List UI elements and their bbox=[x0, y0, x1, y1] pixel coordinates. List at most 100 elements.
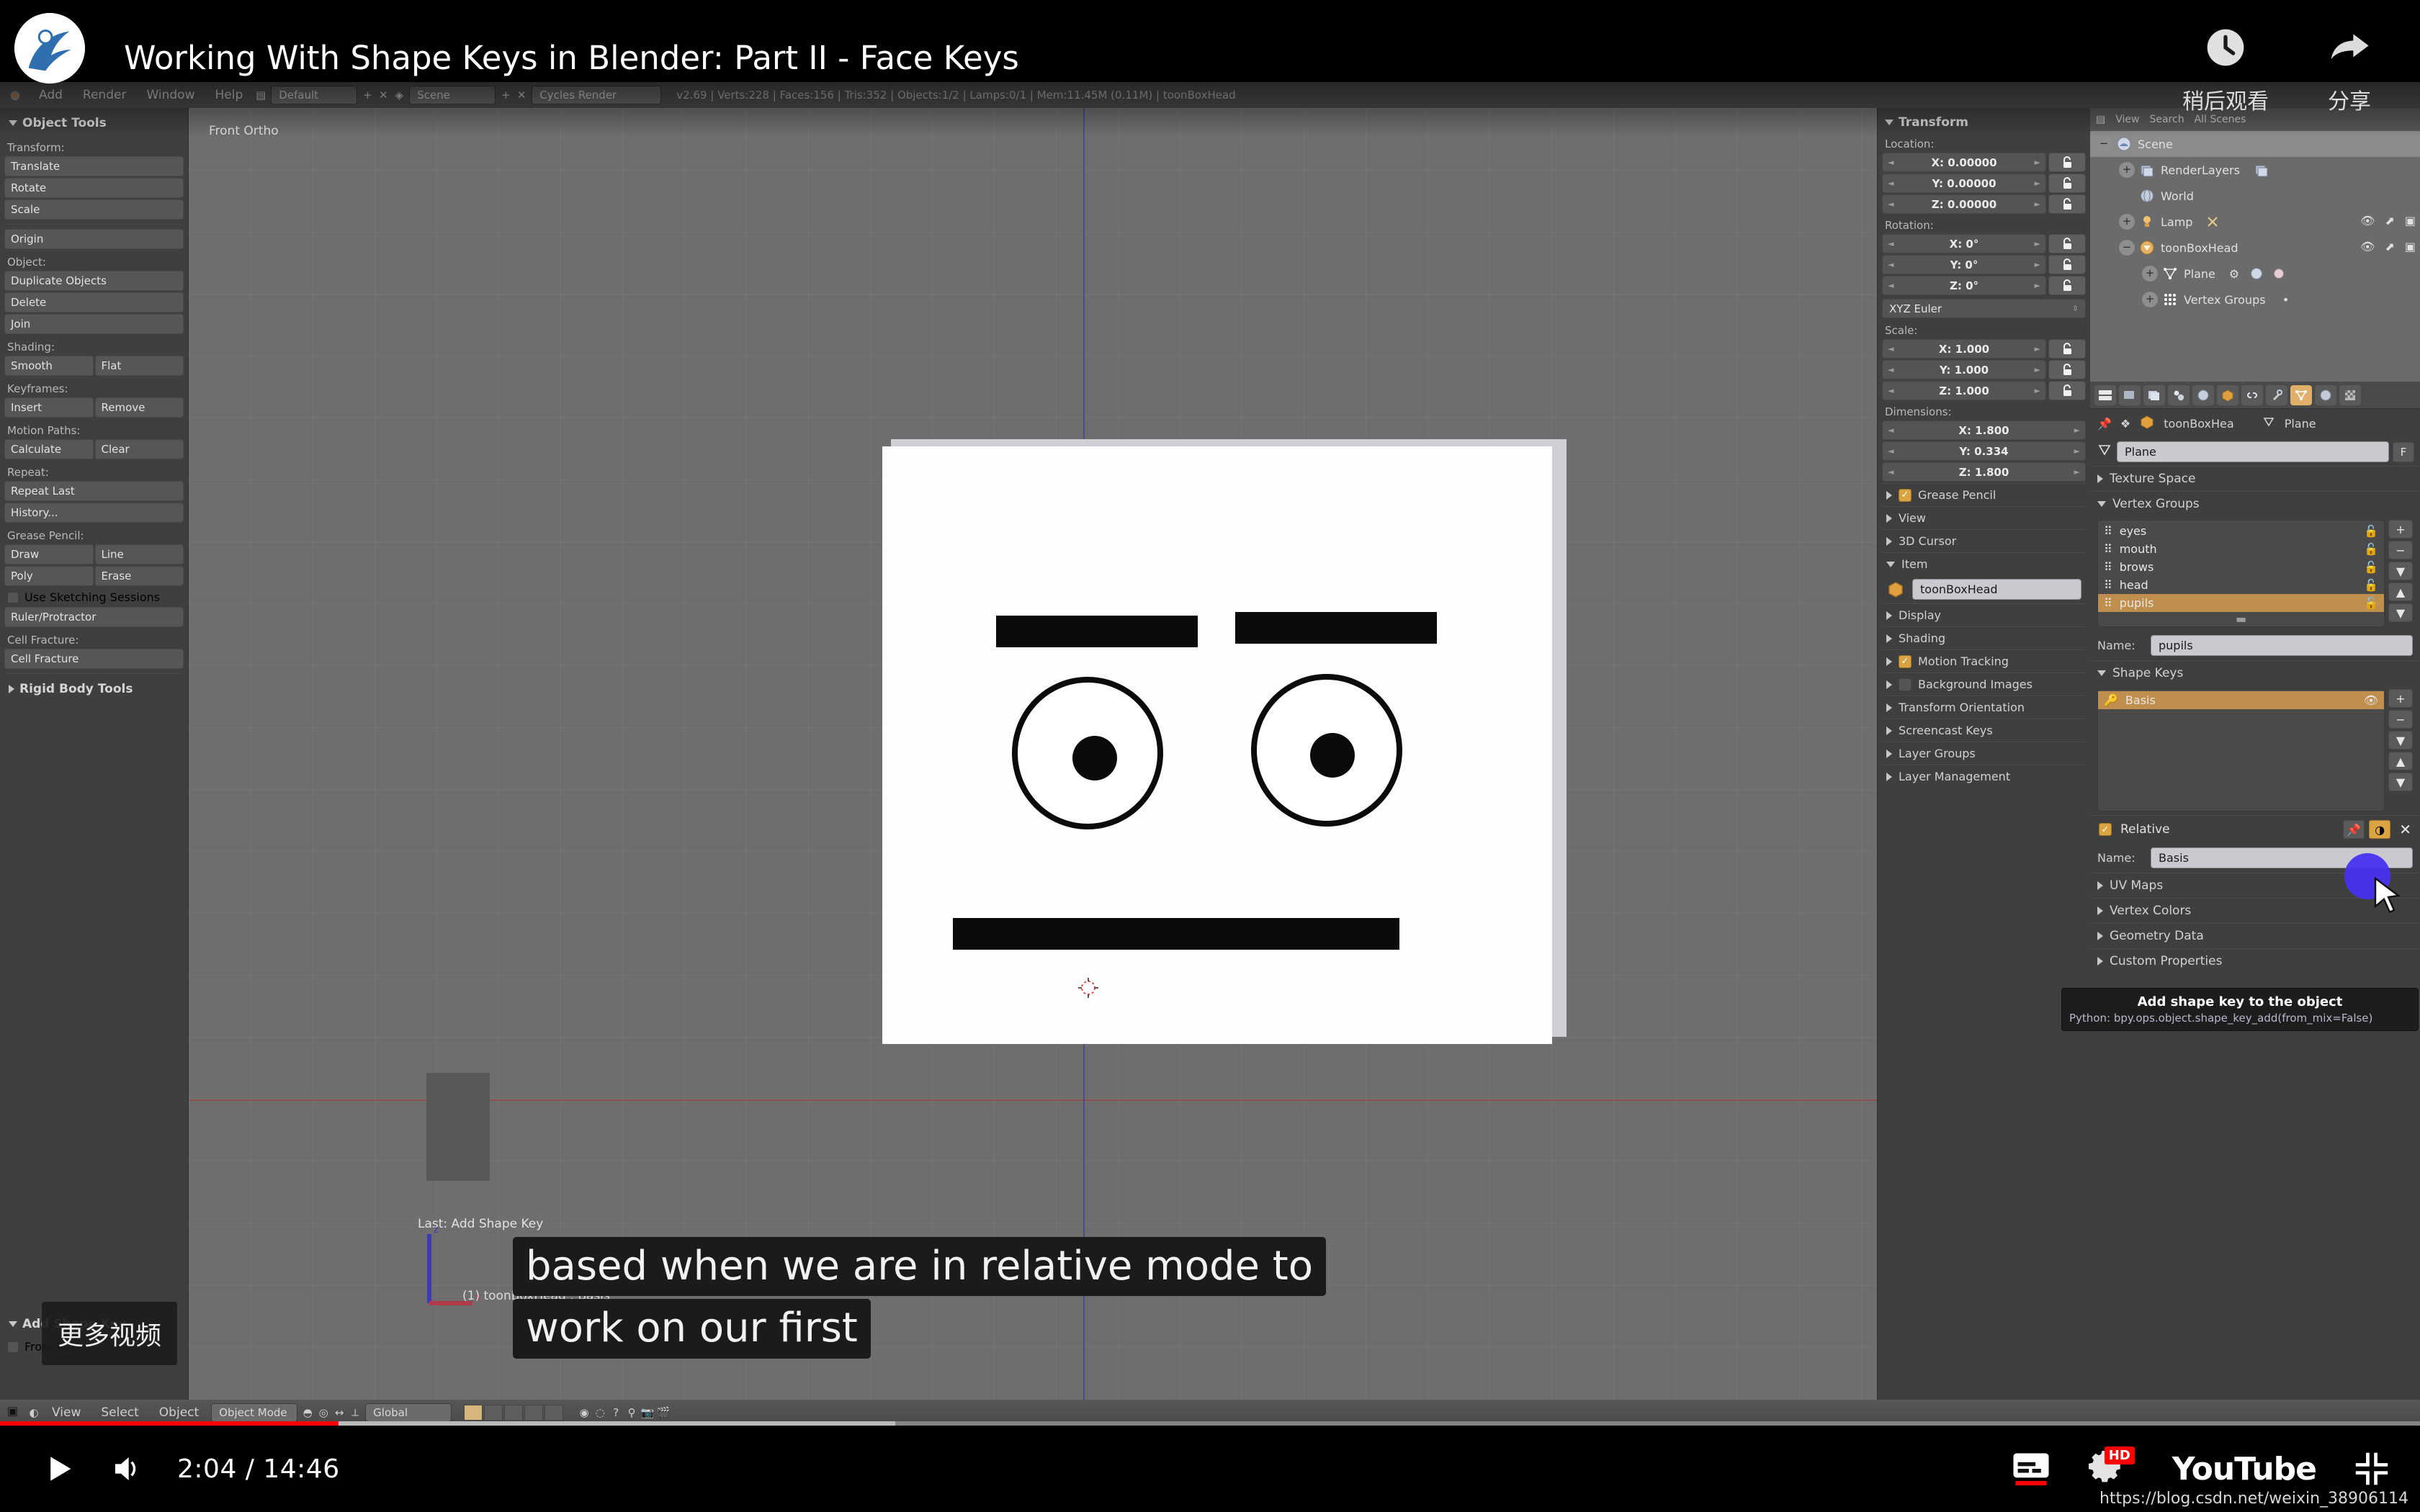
move-vertex-group-up-button[interactable]: ▲ bbox=[2388, 582, 2413, 601]
rotate-button[interactable]: Rotate bbox=[4, 178, 184, 198]
share-button[interactable]: 分享 bbox=[2326, 24, 2372, 115]
list-item-selected[interactable]: ⠿ pupils 🔓 bbox=[2098, 594, 2384, 612]
renderlayer-data-icon[interactable] bbox=[2253, 161, 2270, 179]
rotation-mode-select[interactable]: XYZ Euler ⇳ bbox=[1882, 299, 2086, 318]
play-button[interactable] bbox=[43, 1451, 76, 1487]
viewport-shading-mode-icon[interactable]: ◓ bbox=[300, 1403, 315, 1422]
rotation-x-field[interactable]: ◄X: 0°► bbox=[1882, 234, 2046, 253]
location-z-field[interactable]: ◄Z: 0.00000► bbox=[1882, 194, 2046, 214]
lock-location-y-button[interactable] bbox=[2048, 174, 2086, 193]
scale-y-field[interactable]: ◄Y: 1.000► bbox=[1882, 360, 2046, 379]
vertex-group-name-field[interactable]: pupils bbox=[2151, 635, 2413, 656]
section-vertex-groups[interactable]: Vertex Groups bbox=[2090, 491, 2420, 516]
tab-world[interactable] bbox=[2168, 385, 2190, 405]
shape-key-specials-button[interactable]: ▼ bbox=[2388, 731, 2413, 750]
shape-key-pin-icon[interactable]: 📌 bbox=[2343, 820, 2365, 839]
menu-add[interactable]: Add bbox=[29, 88, 73, 102]
add-scene-button[interactable]: + bbox=[498, 86, 514, 104]
checkbox-unchecked-icon[interactable] bbox=[1899, 678, 1912, 691]
shade-flat-button[interactable]: Flat bbox=[95, 356, 184, 376]
render-region-icon[interactable]: ◌ bbox=[592, 1403, 608, 1422]
delete-scene-button[interactable]: ✕ bbox=[514, 86, 529, 104]
panel-background-images[interactable]: Background Images bbox=[1882, 672, 2086, 696]
fake-user-button[interactable]: F bbox=[2393, 442, 2414, 462]
section-geometry-data[interactable]: Geometry Data bbox=[2090, 923, 2420, 948]
lock-icon[interactable]: 🔓 bbox=[2364, 542, 2378, 556]
location-y-field[interactable]: ◄Y: 0.00000► bbox=[1882, 174, 2046, 193]
lock-rotation-z-button[interactable] bbox=[2048, 276, 2086, 295]
panel-item[interactable]: Item bbox=[1882, 552, 2086, 575]
lock-scale-z-button[interactable] bbox=[2048, 381, 2086, 400]
delete-button[interactable]: Delete bbox=[4, 292, 184, 312]
remove-vertex-group-button[interactable]: − bbox=[2388, 541, 2413, 559]
render-icon[interactable]: 📷 bbox=[640, 1403, 655, 1422]
status-menu-view[interactable]: View bbox=[42, 1405, 91, 1420]
add-vertex-group-button[interactable]: + bbox=[2388, 520, 2413, 539]
dimensions-y-field[interactable]: ◄Y: 0.334► bbox=[1882, 441, 2086, 461]
lock-icon[interactable]: 🔓 bbox=[2364, 578, 2378, 592]
lock-icon[interactable]: 🔓 bbox=[2364, 596, 2378, 610]
collapse-toggle-icon[interactable]: − bbox=[2119, 240, 2135, 256]
rotation-z-field[interactable]: ◄Z: 0°► bbox=[1882, 276, 2046, 295]
scene-layers-widget[interactable] bbox=[464, 1405, 563, 1421]
tab-constraints[interactable] bbox=[2241, 385, 2263, 405]
vertex-group-specials-button[interactable]: ▼ bbox=[2388, 562, 2413, 580]
pin-id-icon[interactable]: 📌 bbox=[2097, 417, 2112, 431]
editor-type-icon[interactable]: ▣ bbox=[7, 1404, 26, 1421]
join-button[interactable]: Join bbox=[4, 314, 184, 334]
toon-box-head-model[interactable] bbox=[882, 439, 1567, 1044]
list-item-selected[interactable]: 🔑 Basis 👁 bbox=[2098, 691, 2384, 709]
add-marker-icon[interactable]: ⚲ bbox=[624, 1403, 640, 1422]
shape-key-clear-icon[interactable]: ✕ bbox=[2399, 821, 2411, 838]
remove-shape-key-button[interactable]: − bbox=[2388, 710, 2413, 729]
outliner-menu-search[interactable]: Search bbox=[2149, 114, 2184, 125]
shape-key-mute-eye-icon[interactable]: 👁 bbox=[2364, 693, 2378, 707]
material-icon[interactable] bbox=[2248, 265, 2265, 282]
panel-layer-management[interactable]: Layer Management bbox=[1882, 765, 2086, 788]
interaction-mode-select[interactable]: Object Mode bbox=[211, 1403, 297, 1422]
expand-toggle-icon[interactable]: + bbox=[2119, 162, 2135, 178]
animation-icon[interactable]: 🎬 bbox=[655, 1403, 671, 1422]
checkbox-checked-icon[interactable]: ✓ bbox=[2099, 823, 2112, 836]
calculate-paths-button[interactable]: Calculate bbox=[4, 439, 94, 459]
scene-icon[interactable]: ◈ bbox=[391, 86, 407, 104]
theater-mode-button[interactable] bbox=[2354, 1451, 2390, 1487]
tab-object-world[interactable] bbox=[2192, 385, 2214, 405]
tab-render-layers[interactable] bbox=[2119, 385, 2141, 405]
list-item[interactable]: ⠿ eyes 🔓 bbox=[2098, 522, 2384, 540]
outliner-row-plane[interactable]: + Plane ⚙ bbox=[2090, 261, 2420, 287]
selectable-cursor-icon[interactable]: ⬈ bbox=[2385, 214, 2394, 228]
shape-key-edit-mode-icon[interactable]: ◑ bbox=[2369, 820, 2390, 839]
snap-icon[interactable]: ↔ bbox=[331, 1403, 347, 1422]
lock-rotation-x-button[interactable] bbox=[2048, 234, 2086, 253]
tab-render[interactable] bbox=[2094, 385, 2116, 405]
section-custom-properties[interactable]: Custom Properties bbox=[2090, 948, 2420, 973]
add-shape-key-button[interactable]: + bbox=[2388, 689, 2413, 708]
section-vertex-colors[interactable]: Vertex Colors bbox=[2090, 898, 2420, 923]
scale-z-field[interactable]: ◄Z: 1.000► bbox=[1882, 381, 2046, 400]
history-button[interactable]: History... bbox=[4, 503, 184, 523]
gp-draw-button[interactable]: Draw bbox=[4, 544, 94, 564]
volume-button[interactable] bbox=[108, 1452, 145, 1486]
tab-scene[interactable] bbox=[2143, 385, 2165, 405]
add-screen-layout-button[interactable]: + bbox=[359, 86, 375, 104]
collapse-toggle-icon[interactable]: − bbox=[2096, 136, 2112, 152]
outliner-row-vertex-groups[interactable]: + Vertex Groups • bbox=[2090, 287, 2420, 312]
section-texture-space[interactable]: Texture Space bbox=[2090, 466, 2420, 491]
outliner-row-renderlayers[interactable]: + RenderLayers bbox=[2090, 157, 2420, 183]
viewport-shading-icon[interactable]: ◐ bbox=[26, 1403, 42, 1422]
breadcrumb-data-name[interactable]: Plane bbox=[2285, 417, 2316, 431]
lock-rotation-y-button[interactable] bbox=[2048, 255, 2086, 274]
tab-object-data[interactable] bbox=[2290, 385, 2312, 405]
panel-screencast-keys[interactable]: Screencast Keys bbox=[1882, 719, 2086, 742]
renderable-camera-icon[interactable]: ▣ bbox=[2405, 240, 2416, 253]
panel-motion-tracking[interactable]: ✓ Motion Tracking bbox=[1882, 649, 2086, 672]
menu-window[interactable]: Window bbox=[136, 88, 205, 102]
panel-3d-cursor[interactable]: 3D Cursor bbox=[1882, 529, 2086, 552]
watch-later-button[interactable]: 稍后观看 bbox=[2182, 24, 2269, 115]
texture-icon[interactable] bbox=[2270, 265, 2287, 282]
3d-viewport[interactable]: Front Ortho bbox=[189, 108, 1877, 1400]
scene-field[interactable]: Scene bbox=[409, 86, 496, 104]
tab-object[interactable] bbox=[2217, 385, 2238, 405]
youtube-brand-label[interactable]: YouTube bbox=[2172, 1451, 2316, 1488]
